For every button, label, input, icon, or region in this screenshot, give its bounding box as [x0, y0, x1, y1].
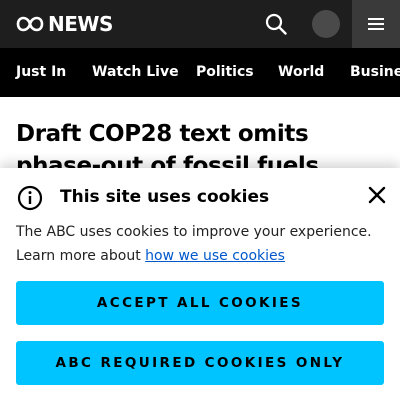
abc-news-logo[interactable]: NEWS	[16, 12, 113, 36]
nav-item-business[interactable]: Business	[350, 48, 400, 97]
nav-item-world[interactable]: World	[278, 48, 324, 97]
hamburger-menu-icon	[368, 18, 384, 30]
nav-item-watch-live[interactable]: Watch Live	[92, 48, 179, 97]
menu-button[interactable]	[352, 0, 400, 48]
search-button[interactable]	[262, 10, 290, 38]
nav-item-just-in[interactable]: Just In	[16, 48, 66, 97]
accept-all-cookies-button[interactable]: ACCEPT ALL COOKIES	[16, 281, 384, 325]
search-icon	[265, 13, 287, 35]
info-circle-icon	[17, 185, 43, 211]
cookie-banner-text: The ABC uses cookies to improve your exp…	[16, 220, 386, 268]
close-icon[interactable]	[366, 184, 388, 206]
required-cookies-only-button[interactable]: ABC REQUIRED COOKIES ONLY	[16, 341, 384, 385]
cookie-policy-link[interactable]: how we use cookies	[145, 248, 285, 264]
brand-wordmark: NEWS	[48, 12, 113, 36]
cookie-banner: This site uses cookies The ABC uses cook…	[0, 168, 400, 400]
nav-item-politics[interactable]: Politics	[196, 48, 254, 97]
section-nav: Just In Watch Live Politics World Busine…	[0, 48, 400, 97]
cookie-banner-title: This site uses cookies	[60, 187, 270, 207]
abc-logo-icon	[16, 16, 44, 32]
account-avatar[interactable]	[312, 10, 340, 38]
top-bar: NEWS	[0, 0, 400, 48]
